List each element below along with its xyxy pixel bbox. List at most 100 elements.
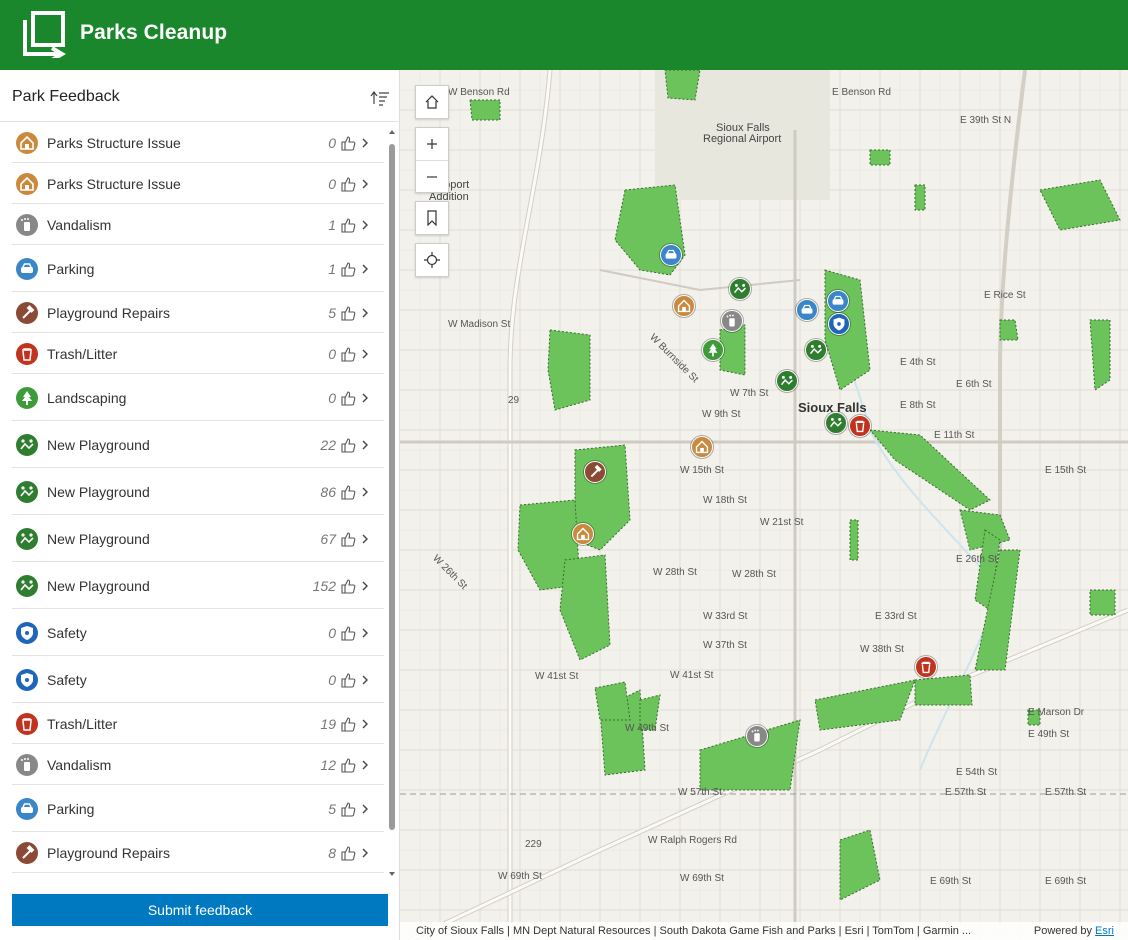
app-header: Parks Cleanup — [0, 0, 1128, 70]
thumbs-up-icon[interactable] — [340, 135, 356, 151]
feedback-marker-spray-can-icon[interactable] — [721, 310, 743, 332]
locate-control[interactable] — [415, 243, 449, 277]
thumbs-up-icon[interactable] — [340, 437, 356, 453]
esri-link[interactable]: Esri — [1095, 925, 1114, 937]
feedback-marker-structure-icon[interactable] — [691, 436, 713, 458]
feedback-list-item[interactable]: Playground Repairs 8 — [12, 832, 384, 873]
thumbs-up-icon[interactable] — [340, 346, 356, 362]
zoom-control[interactable] — [415, 127, 449, 193]
street-label: E 26th St — [956, 554, 998, 565]
scroll-down-icon[interactable] — [388, 870, 396, 878]
chevron-right-icon — [362, 220, 368, 230]
feedback-marker-playground-icon[interactable] — [776, 370, 798, 392]
map-attribution: City of Sioux Falls | MN Dept Natural Re… — [400, 922, 1128, 940]
feedback-marker-car-icon[interactable] — [827, 290, 849, 312]
feedback-list-item[interactable]: Safety 0 — [12, 609, 384, 656]
chevron-right-icon — [362, 848, 368, 858]
feedback-marker-structure-icon[interactable] — [673, 295, 695, 317]
thumbs-up-icon[interactable] — [340, 484, 356, 500]
feedback-list-item[interactable]: Landscaping 0 — [12, 374, 384, 421]
street-label: E Benson Rd — [832, 87, 891, 98]
vote-count: 22 — [320, 437, 336, 453]
feedback-marker-spray-can-icon[interactable] — [746, 725, 768, 747]
thumbs-up-icon[interactable] — [340, 672, 356, 688]
feedback-list-item[interactable]: New Playground 67 — [12, 515, 384, 562]
sort-icon[interactable] — [370, 90, 390, 106]
shield-icon — [16, 669, 38, 691]
feedback-list-item[interactable]: Parks Structure Issue 0 — [12, 163, 384, 204]
vote-count: 67 — [320, 531, 336, 547]
feedback-marker-shield-icon[interactable] — [828, 313, 850, 335]
street-label: W 37th St — [703, 640, 747, 651]
feedback-marker-playground-icon[interactable] — [825, 412, 847, 434]
scroll-up-icon[interactable] — [388, 128, 396, 136]
trash-icon — [16, 713, 38, 735]
thumbs-up-icon[interactable] — [340, 578, 356, 594]
scrollbar-thumb[interactable] — [389, 144, 395, 830]
feedback-list-item[interactable]: Playground Repairs 5 — [12, 292, 384, 333]
attribution-text: City of Sioux Falls | MN Dept Natural Re… — [416, 925, 972, 937]
feedback-list-item[interactable]: Vandalism 12 — [12, 744, 384, 785]
feedback-category-label: New Playground — [47, 484, 150, 500]
vote-count: 5 — [328, 801, 336, 817]
submit-feedback-button[interactable]: Submit feedback — [12, 894, 388, 926]
zoom-in-button[interactable] — [416, 128, 448, 160]
thumbs-up-icon[interactable] — [340, 801, 356, 817]
street-label: W 69th St — [680, 873, 724, 884]
locate-button[interactable] — [416, 244, 448, 276]
feedback-marker-hammer-icon[interactable] — [584, 461, 606, 483]
thumbs-up-icon[interactable] — [340, 531, 356, 547]
trash-icon — [16, 343, 38, 365]
feedback-list-item[interactable]: Vandalism 1 — [12, 204, 384, 245]
thumbs-up-icon[interactable] — [340, 845, 356, 861]
bookmarks-control[interactable] — [415, 201, 449, 235]
thumbs-up-icon[interactable] — [340, 390, 356, 406]
feedback-marker-car-icon[interactable] — [796, 299, 818, 321]
map-view[interactable]: W Benson Rd E Benson Rd E 39th St N Siou… — [400, 70, 1128, 940]
feedback-marker-playground-icon[interactable] — [729, 278, 751, 300]
thumbs-up-icon[interactable] — [340, 757, 356, 773]
feedback-category-label: New Playground — [47, 437, 150, 453]
feedback-list-item[interactable]: Trash/Litter 0 — [12, 333, 384, 374]
thumbs-up-icon[interactable] — [340, 716, 356, 732]
home-control[interactable] — [415, 85, 449, 119]
highway-shield: 229 — [525, 839, 542, 850]
chevron-right-icon — [362, 719, 368, 729]
chevron-right-icon — [362, 628, 368, 638]
feedback-list-item[interactable]: New Playground 86 — [12, 468, 384, 515]
thumbs-up-icon[interactable] — [340, 305, 356, 321]
feedback-marker-car-icon[interactable] — [660, 244, 682, 266]
vote-count: 0 — [328, 390, 336, 406]
thumbs-up-icon[interactable] — [340, 176, 356, 192]
feedback-list-item[interactable]: Parking 5 — [12, 785, 384, 832]
bookmarks-button[interactable] — [416, 202, 448, 234]
feedback-marker-playground-icon[interactable] — [805, 339, 827, 361]
feedback-list-item[interactable]: New Playground 152 — [12, 562, 384, 609]
feedback-marker-trash-icon[interactable] — [849, 415, 871, 437]
street-label: W Madison St — [448, 319, 511, 330]
feedback-category-label: Parks Structure Issue — [47, 135, 181, 151]
feedback-category-label: Parking — [47, 261, 95, 277]
feedback-marker-trash-icon[interactable] — [915, 656, 937, 678]
zoom-out-button[interactable] — [416, 160, 448, 192]
home-button[interactable] — [416, 86, 448, 118]
thumbs-up-icon[interactable] — [340, 261, 356, 277]
feedback-list-item[interactable]: New Playground 22 — [12, 421, 384, 468]
basemap[interactable] — [400, 70, 1128, 940]
feedback-list-item[interactable]: Parks Structure Issue 0 — [12, 122, 384, 163]
thumbs-up-icon[interactable] — [340, 217, 356, 233]
highway-shield: 29 — [508, 395, 520, 406]
vote-count: 0 — [328, 135, 336, 151]
feedback-list-item[interactable]: Safety 0 — [12, 656, 384, 703]
thumbs-up-icon[interactable] — [340, 625, 356, 641]
feedback-list-item[interactable]: Trash/Litter 19 — [12, 703, 384, 744]
app-title: Parks Cleanup — [80, 21, 228, 44]
feedback-list-item[interactable]: Parking 1 — [12, 245, 384, 292]
street-label: E 54th St — [956, 767, 998, 778]
vote-count: 0 — [328, 176, 336, 192]
feedback-marker-structure-icon[interactable] — [572, 523, 594, 545]
feedback-category-label: Vandalism — [47, 217, 112, 233]
chevron-right-icon — [362, 264, 368, 274]
feedback-marker-tree-icon[interactable] — [702, 339, 724, 361]
feedback-category-label: Landscaping — [47, 390, 127, 406]
